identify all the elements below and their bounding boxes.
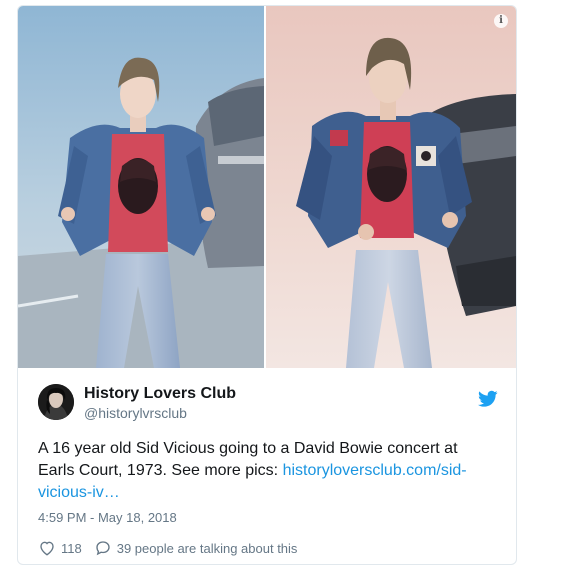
photo-right[interactable]: i [266,6,516,368]
tweet-media[interactable]: i [18,6,516,368]
reply-text[interactable]: 39 people are talking about this [117,541,298,556]
photo-left[interactable] [18,6,264,368]
photo-left-image [18,6,264,368]
avatar[interactable] [38,384,74,420]
twitter-bird-icon[interactable] [478,390,498,408]
tweet-timestamp[interactable]: 4:59 PM - May 18, 2018 [38,510,177,525]
tweet-text: A 16 year old Sid Vicious going to a Dav… [38,438,498,504]
tweet-actions: 118 39 people are talking about this [38,538,297,558]
author-name[interactable]: History Lovers Club [84,385,236,403]
like-count[interactable]: 118 [61,541,82,556]
tweet-card[interactable]: i History Lovers Club @historylvrsclub A… [17,5,517,565]
speech-bubble-icon[interactable] [94,539,112,557]
heart-icon[interactable] [38,539,56,557]
avatar-image [38,384,74,420]
photo-right-image [266,6,516,368]
info-icon[interactable]: i [494,14,508,28]
tweet-header: History Lovers Club @historylvrsclub [38,384,498,424]
author-handle[interactable]: @historylvrsclub [84,405,187,421]
